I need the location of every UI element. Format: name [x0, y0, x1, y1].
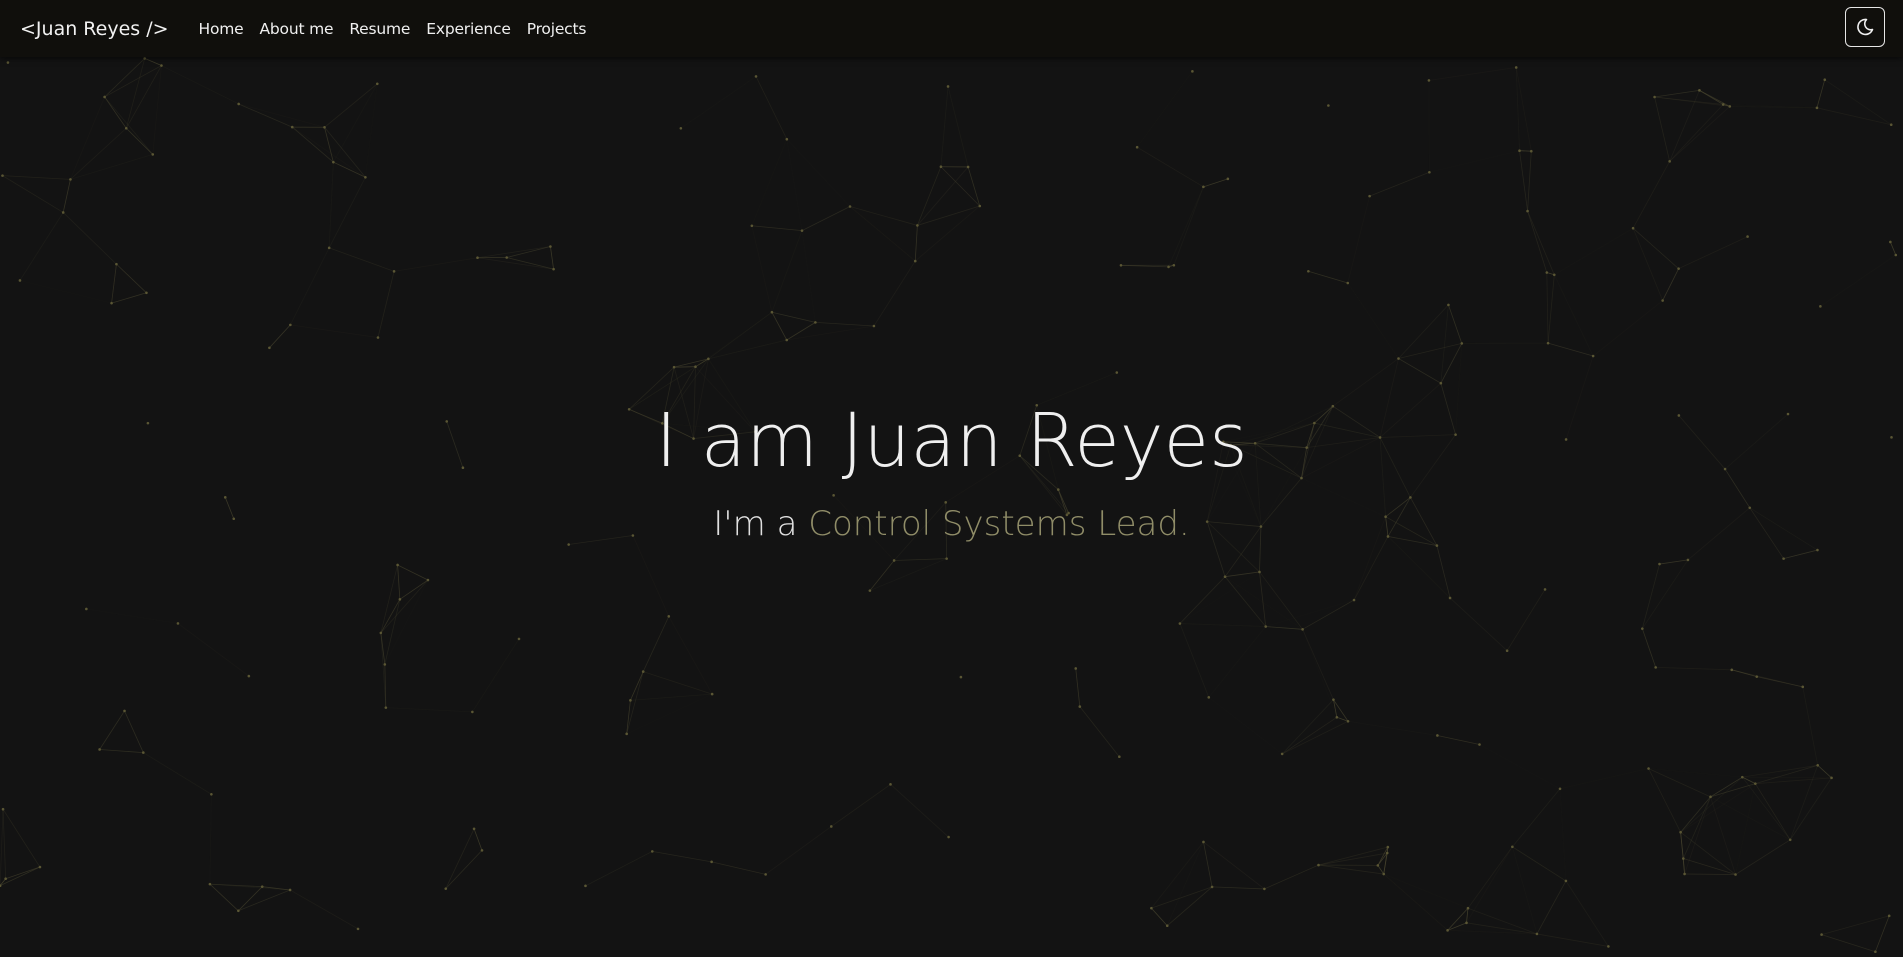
hero-role-text: Control Systems Lead. [808, 504, 1190, 544]
nav-link-home[interactable]: Home [199, 20, 244, 38]
nav-link-resume[interactable]: Resume [349, 20, 410, 38]
nav-links: Home About me Resume Experience Projects [183, 20, 587, 38]
moon-icon [1857, 18, 1874, 36]
nav-link-experience[interactable]: Experience [426, 20, 511, 38]
nav-link-about[interactable]: About me [260, 20, 334, 38]
navbar: <Juan Reyes /> Home About me Resume Expe… [0, 0, 1903, 57]
brand-logo[interactable]: <Juan Reyes /> [20, 18, 169, 40]
hero-title: I am Juan Reyes [655, 398, 1248, 484]
theme-toggle-button[interactable] [1845, 7, 1885, 47]
hero-subtitle: I'm a Control Systems Lead. [0, 504, 1903, 544]
hero-subtitle-prefix: I'm a [713, 504, 809, 544]
nav-link-projects[interactable]: Projects [527, 20, 587, 38]
